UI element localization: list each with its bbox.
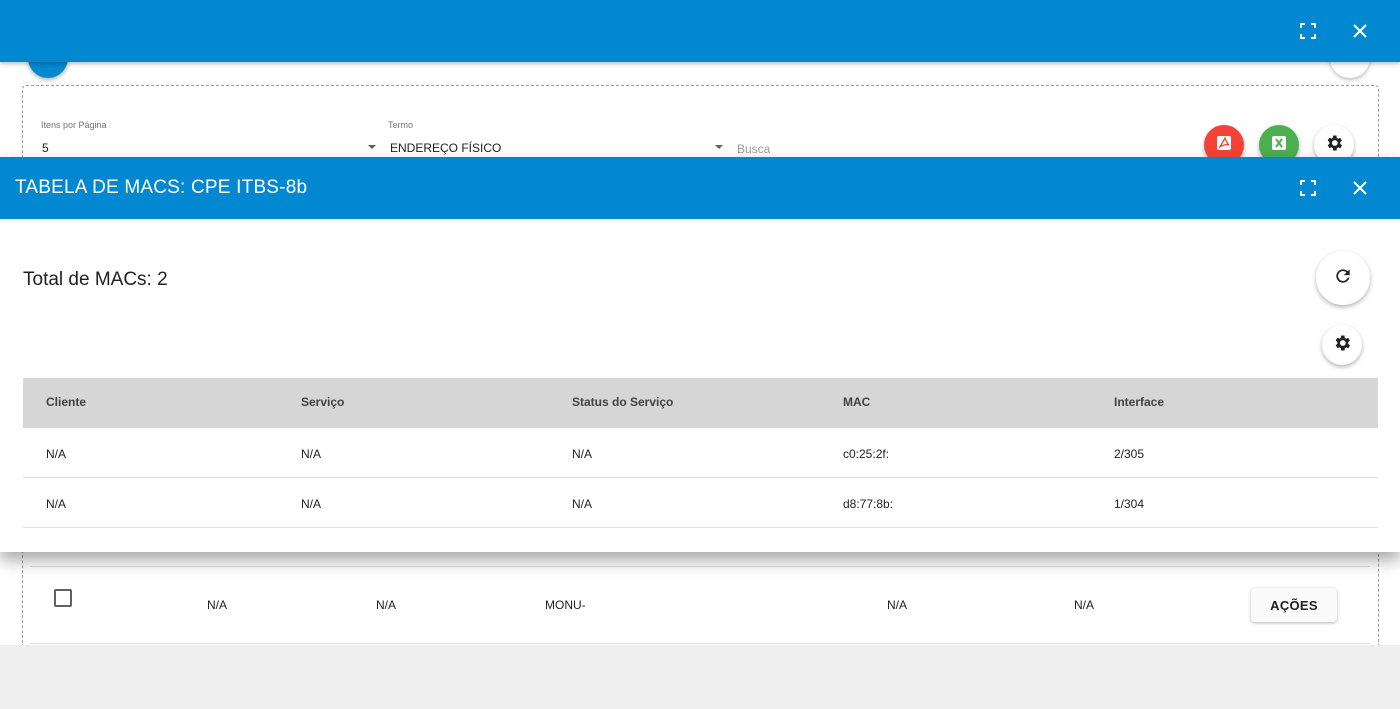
dialog-title: TABELA DE MACS: CPE ITBS-8b xyxy=(15,177,308,198)
cell-status: N/A xyxy=(572,497,593,511)
mac-table-dialog: TABELA DE MACS: CPE ITBS-8b Total de MAC… xyxy=(0,157,1400,552)
fullscreen-icon[interactable] xyxy=(1294,17,1322,45)
actions-button[interactable]: AÇÕES xyxy=(1251,588,1337,622)
cell-cliente: N/A xyxy=(46,447,67,461)
items-per-page-label: Itens por Página xyxy=(41,120,107,130)
cell-mac: d8:77:8b: xyxy=(843,497,894,511)
term-label: Termo xyxy=(388,120,414,130)
items-per-page-select[interactable]: 5 xyxy=(42,141,49,155)
gear-icon xyxy=(1324,133,1344,158)
cell-interface: 1/304 xyxy=(1114,497,1145,511)
table-header: Cliente Serviço Status do Serviço MAC In… xyxy=(23,378,1378,428)
cell-status: N/A xyxy=(572,447,593,461)
term-select[interactable]: ENDEREÇO FÍSICO xyxy=(390,141,501,155)
mac-total-count: Total de MACs: 2 xyxy=(23,269,168,290)
excel-icon xyxy=(1270,134,1288,157)
mac-table: Cliente Serviço Status do Serviço MAC In… xyxy=(23,378,1378,528)
chevron-down-icon[interactable] xyxy=(715,145,723,149)
row-checkbox[interactable] xyxy=(54,589,72,607)
close-icon[interactable] xyxy=(1346,174,1374,202)
table-row: N/A N/A N/A c0:25:2f: 2/305 xyxy=(23,428,1378,478)
search-input[interactable]: Busca xyxy=(737,142,770,156)
close-icon[interactable] xyxy=(1346,17,1374,45)
row-cell-servico: N/A xyxy=(376,598,397,612)
redaction-mask xyxy=(895,444,943,462)
row-cell-name: MONU- xyxy=(545,598,586,612)
refresh-button[interactable] xyxy=(1316,251,1370,305)
chevron-down-icon[interactable] xyxy=(368,145,376,149)
redaction-mask xyxy=(585,592,649,610)
table-row: N/A N/A MONU- N/A N/A AÇÕES xyxy=(30,566,1370,644)
page-backdrop xyxy=(0,645,1400,709)
row-cell-status: N/A xyxy=(887,598,908,612)
gear-icon xyxy=(1332,333,1352,358)
redaction-mask xyxy=(899,494,949,512)
cell-interface: 2/305 xyxy=(1114,447,1145,461)
row-cell-interface: N/A xyxy=(1074,598,1095,612)
cell-servico: N/A xyxy=(301,497,322,511)
cell-cliente: N/A xyxy=(46,497,67,511)
header-interface[interactable]: Interface xyxy=(1114,395,1164,409)
background-dialog-header xyxy=(0,0,1400,62)
header-status-servico[interactable]: Status do Serviço xyxy=(572,395,673,409)
header-mac[interactable]: MAC xyxy=(843,395,870,409)
cell-mac: c0:25:2f: xyxy=(843,447,890,461)
row-cell-cliente: N/A xyxy=(207,598,228,612)
table-settings-button[interactable] xyxy=(1322,325,1362,365)
pdf-icon xyxy=(1215,134,1233,157)
dialog-header: TABELA DE MACS: CPE ITBS-8b xyxy=(0,157,1400,219)
fullscreen-icon[interactable] xyxy=(1294,174,1322,202)
refresh-icon xyxy=(1333,266,1353,291)
table-row: N/A N/A N/A d8:77:8b: 1/304 xyxy=(23,478,1378,528)
cell-servico: N/A xyxy=(301,447,322,461)
header-servico[interactable]: Serviço xyxy=(301,395,344,409)
header-cliente[interactable]: Cliente xyxy=(46,395,86,409)
